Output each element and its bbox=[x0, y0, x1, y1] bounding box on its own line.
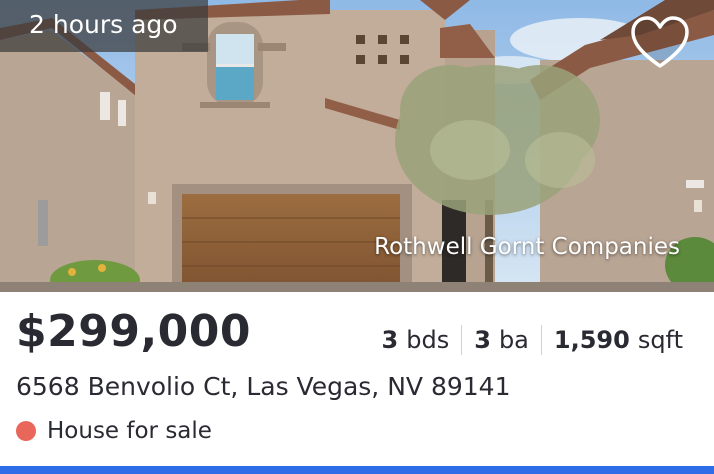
facts-divider bbox=[461, 325, 463, 355]
brokerage-name: Rothwell Gornt Companies bbox=[374, 234, 680, 260]
area-unit: sqft bbox=[637, 326, 683, 354]
listing-status: House for sale bbox=[16, 418, 212, 444]
home-facts: 3 bds 3 ba 1,590 sqft bbox=[382, 325, 683, 355]
listing-card[interactable]: 2 hours ago Rothwell Gornt Companies $29… bbox=[0, 0, 714, 474]
area-fact: 1,590 sqft bbox=[554, 326, 683, 354]
facts-divider bbox=[540, 325, 542, 355]
baths-value: 3 bbox=[474, 326, 491, 354]
favorite-button[interactable] bbox=[628, 14, 692, 74]
listing-info: $299,000 3 bds 3 ba 1,590 sqft 6568 Benv… bbox=[0, 292, 714, 474]
heart-outline-icon bbox=[631, 16, 689, 68]
status-dot-icon bbox=[16, 421, 36, 441]
beds-fact: 3 bds bbox=[382, 326, 450, 354]
listing-photo[interactable]: 2 hours ago Rothwell Gornt Companies bbox=[0, 0, 714, 292]
beds-value: 3 bbox=[381, 326, 399, 354]
listing-address[interactable]: 6568 Benvolio Ct, Las Vegas, NV 89141 bbox=[16, 372, 510, 401]
listing-price: $299,000 bbox=[16, 306, 252, 357]
status-label: House for sale bbox=[47, 418, 212, 444]
beds-unit: bds bbox=[406, 326, 450, 354]
listed-time-badge: 2 hours ago bbox=[0, 0, 208, 52]
baths-unit: ba bbox=[498, 326, 529, 354]
card-bottom-accent-bar bbox=[0, 466, 714, 474]
baths-fact: 3 ba bbox=[474, 326, 529, 354]
area-value: 1,590 bbox=[553, 326, 630, 354]
